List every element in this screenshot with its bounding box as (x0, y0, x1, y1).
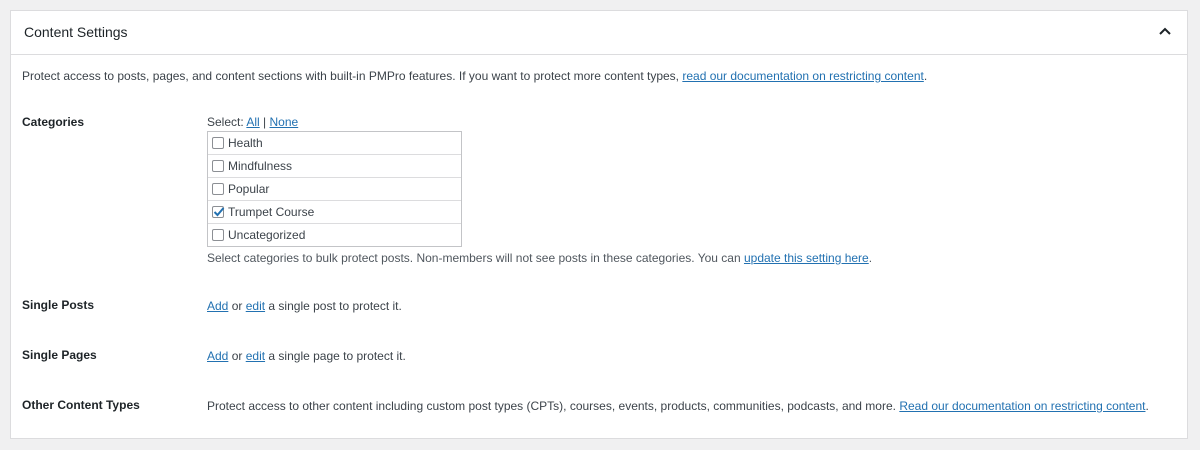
single-posts-label: Single Posts (22, 298, 95, 312)
category-label: Popular (228, 182, 270, 196)
select-prefix: Select: (207, 115, 244, 129)
add-post-link[interactable]: Add (207, 299, 228, 313)
select-separator: | (263, 115, 267, 129)
categories-description-end: . (868, 251, 873, 265)
intro-doc-link[interactable]: read our documentation on restricting co… (682, 69, 923, 83)
category-label: Trumpet Course (228, 205, 315, 219)
category-label: Mindfulness (228, 159, 293, 173)
single-pages-label: Single Pages (22, 348, 97, 362)
category-checkbox[interactable] (212, 137, 224, 149)
category-item-mindfulness[interactable]: Mindfulness (208, 155, 461, 178)
or-text: or (231, 299, 243, 313)
category-checkbox[interactable] (212, 183, 224, 195)
single-pages-suffix: a single page to protect it. (268, 349, 406, 363)
other-types-doc-link[interactable]: Read our documentation on restricting co… (899, 399, 1145, 413)
or-text: or (231, 349, 243, 363)
category-checkbox-checked[interactable] (212, 206, 225, 218)
intro-text: Protect access to posts, pages, and cont… (22, 69, 927, 83)
categories-description: Select categories to bulk protect posts.… (207, 251, 872, 265)
panel-title: Content Settings (24, 24, 128, 40)
other-content-types-label: Other Content Types (22, 398, 140, 412)
edit-post-link[interactable]: edit (246, 299, 265, 313)
category-item-uncategorized[interactable]: Uncategorized (208, 224, 461, 247)
category-item-popular[interactable]: Popular (208, 178, 461, 201)
panel-header[interactable]: Content Settings (11, 11, 1187, 55)
single-posts-field: Add or edit a single post to protect it. (207, 299, 402, 313)
single-posts-suffix: a single post to protect it. (268, 299, 402, 313)
checkmark-icon (213, 207, 225, 217)
update-setting-link[interactable]: update this setting here (744, 251, 869, 265)
category-item-trumpet-course[interactable]: Trumpet Course (208, 201, 461, 224)
categories-label: Categories (22, 115, 85, 129)
content-settings-panel: Content Settings Protect access to posts… (10, 10, 1188, 439)
category-label: Uncategorized (228, 228, 306, 242)
select-none-link[interactable]: None (270, 115, 299, 129)
intro-body: Protect access to posts, pages, and cont… (22, 69, 679, 83)
chevron-up-icon[interactable] (1157, 24, 1173, 40)
edit-page-link[interactable]: edit (246, 349, 265, 363)
single-pages-field: Add or edit a single page to protect it. (207, 349, 406, 363)
other-types-text: Protect access to other content includin… (207, 399, 896, 413)
category-label: Health (228, 136, 263, 150)
select-controls: Select: All | None (207, 115, 298, 129)
intro-end: . (923, 69, 928, 83)
category-checkbox[interactable] (212, 160, 224, 172)
category-checklist: Health Mindfulness Popular Trumpet Cours… (207, 131, 462, 247)
category-checkbox[interactable] (212, 229, 224, 241)
other-types-end: . (1145, 399, 1149, 413)
add-page-link[interactable]: Add (207, 349, 228, 363)
category-item-health[interactable]: Health (208, 132, 461, 155)
other-content-types-field: Protect access to other content includin… (207, 399, 1149, 413)
categories-description-text: Select categories to bulk protect posts.… (207, 251, 741, 265)
select-all-link[interactable]: All (246, 115, 259, 129)
